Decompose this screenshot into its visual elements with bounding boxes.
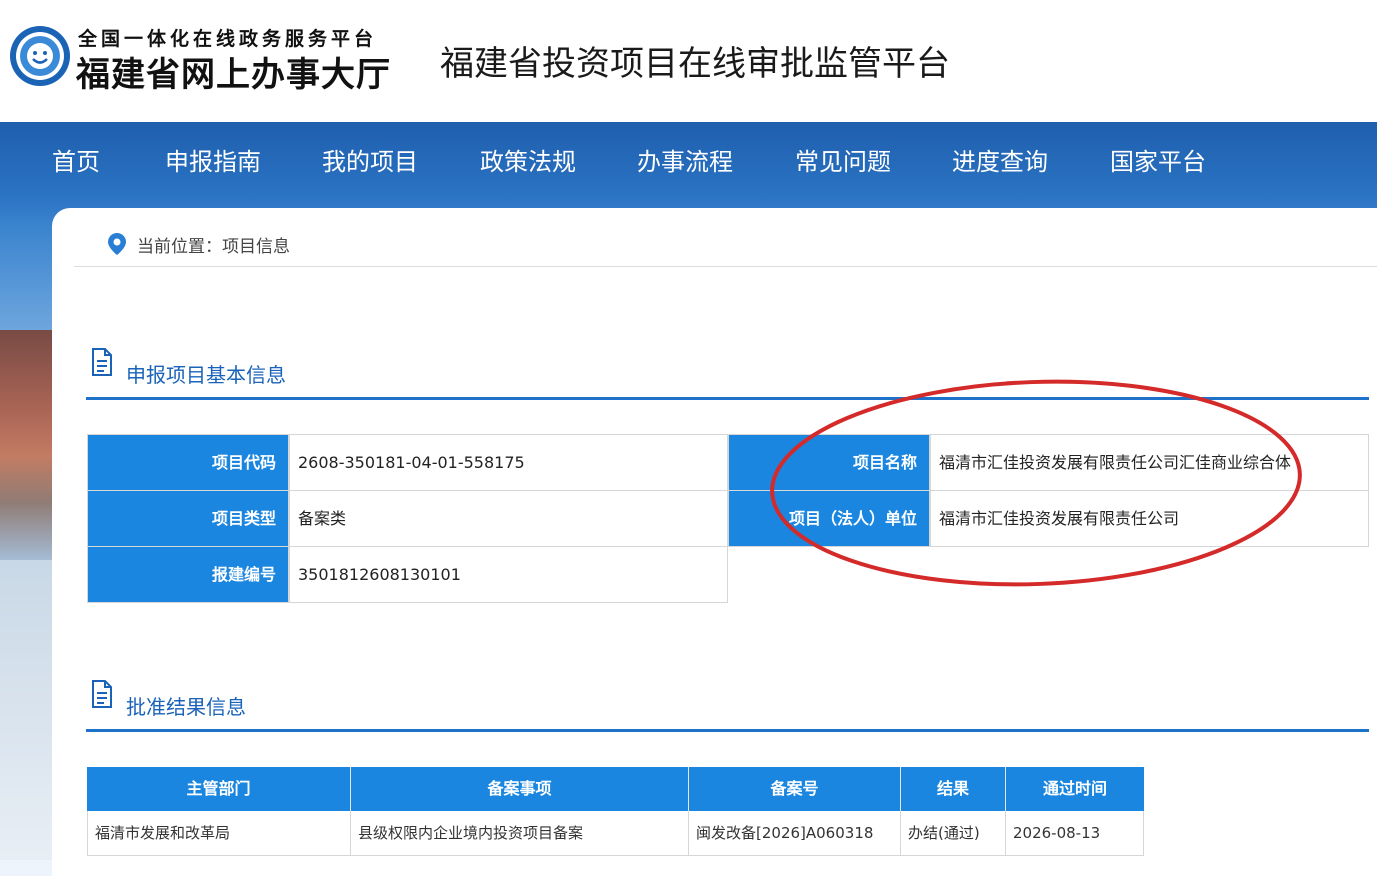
section-divider (86, 397, 1369, 400)
cell-filing-no: 闽发改备[2026]A060318 (688, 811, 901, 856)
nav-guide[interactable]: 申报指南 (165, 142, 261, 177)
section-divider (86, 729, 1369, 732)
document-icon (92, 680, 112, 708)
label-project-type: 项目类型 (87, 490, 289, 547)
value-project-code: 2608-350181-04-01-558175 (289, 434, 728, 491)
nav-home[interactable]: 首页 (52, 142, 100, 177)
location-pin-icon (108, 233, 126, 255)
value-build-no: 3501812608130101 (289, 546, 728, 603)
cell-filing-item: 县级权限内企业境内投资项目备案 (350, 811, 689, 856)
label-project-code: 项目代码 (87, 434, 289, 491)
cell-pass-time: 2026-08-13 (1005, 811, 1144, 856)
document-icon (92, 348, 112, 376)
section-title-approval: 批准结果信息 (126, 695, 246, 719)
nav-national-platform[interactable]: 国家平台 (1110, 142, 1206, 177)
table-header-filing-item: 备案事项 (351, 767, 689, 811)
platform-title: 福建省投资项目在线审批监管平台 (440, 44, 950, 84)
nav-policy[interactable]: 政策法规 (480, 142, 576, 177)
value-project-type: 备案类 (289, 490, 728, 547)
logo-title: 福建省网上办事大厅 (76, 55, 391, 95)
breadcrumb-divider (74, 266, 1377, 267)
table-header-pass-time: 通过时间 (1006, 767, 1144, 811)
table-header-department: 主管部门 (87, 767, 351, 811)
value-project-name: 福清市汇佳投资发展有限责任公司汇佳商业综合体 (930, 434, 1369, 491)
main-nav: 首页 申报指南 我的项目 政策法规 办事流程 常见问题 进度查询 国家平台 (0, 122, 1377, 194)
section-title-basic-info: 申报项目基本信息 (126, 363, 286, 387)
nav-faq[interactable]: 常见问题 (795, 142, 891, 177)
background-scenery-lower (0, 560, 58, 860)
breadcrumb: 当前位置：项目信息 (137, 237, 290, 257)
nav-progress[interactable]: 进度查询 (952, 142, 1048, 177)
table-header-result: 结果 (901, 767, 1006, 811)
label-build-no: 报建编号 (87, 546, 289, 603)
nav-process[interactable]: 办事流程 (637, 142, 733, 177)
label-project-name: 项目名称 (728, 434, 930, 491)
cell-result: 办结(通过) (900, 811, 1006, 856)
nav-my-projects[interactable]: 我的项目 (322, 142, 418, 177)
background-scenery (0, 330, 60, 560)
government-emblem-logo[interactable] (8, 24, 72, 88)
cell-department: 福清市发展和改革局 (87, 811, 351, 856)
site-header: 全国一体化在线政务服务平台 福建省网上办事大厅 福建省投资项目在线审批监管平台 (0, 0, 1377, 122)
label-legal-unit: 项目（法人）单位 (728, 490, 930, 547)
value-legal-unit: 福清市汇佳投资发展有限责任公司 (930, 490, 1369, 547)
table-header-filing-no: 备案号 (689, 767, 901, 811)
